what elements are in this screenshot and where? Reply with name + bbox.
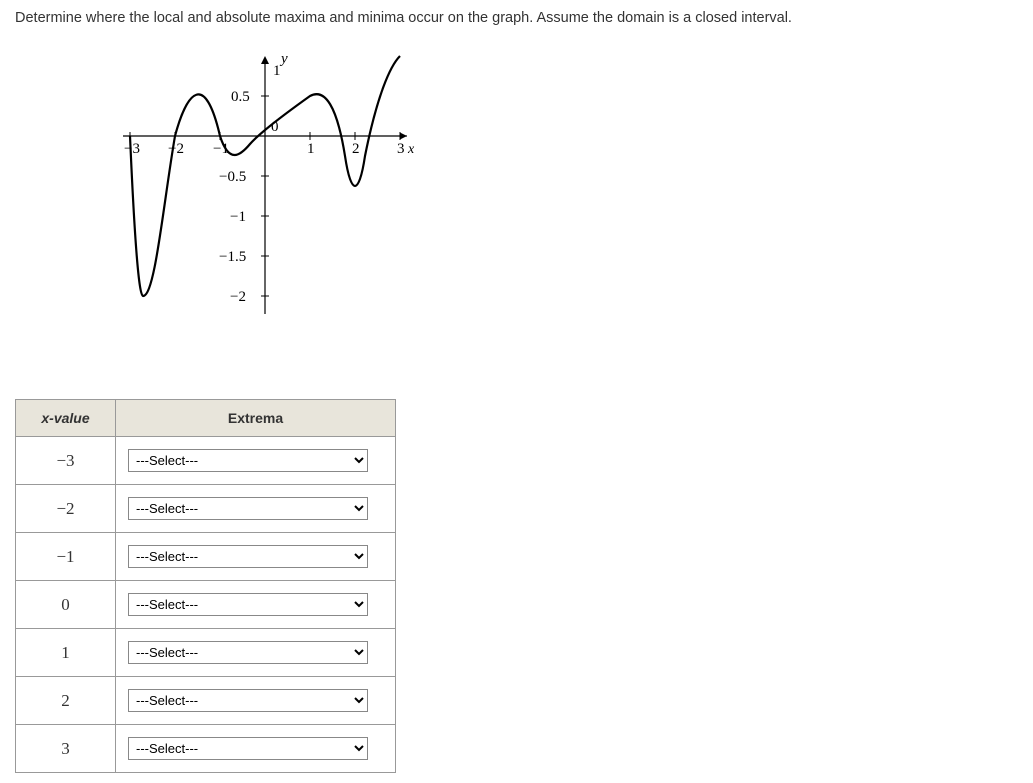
extrema-select-3[interactable]: ---Select--- [128,737,368,760]
y-tick-m15: −1.5 [219,249,246,265]
extrema-select-m2[interactable]: ---Select--- [128,497,368,520]
y-tick-m1: −1 [230,209,246,225]
x-value-cell: 0 [16,581,116,629]
y-axis-arrow [261,56,269,64]
x-value-cell: −3 [16,437,116,485]
x-tick-m2: −2 [168,141,184,157]
x-value-cell: 3 [16,725,116,773]
table-row: 1 ---Select--- [16,629,396,677]
x-value-cell: −1 [16,533,116,581]
graph-plot: −3 −2 −1 0 1 2 3 x y 1 0.5 −0.5 −1 −1.5 … [105,46,1018,369]
x-tick-2: 2 [352,141,360,157]
y-tick-m2: −2 [230,289,246,305]
extrema-select-0[interactable]: ---Select--- [128,593,368,616]
header-extrema: Extrema [116,400,396,437]
x-value-cell: −2 [16,485,116,533]
table-row: −3 ---Select--- [16,437,396,485]
x-tick-3: 3 [397,141,405,157]
x-tick-1: 1 [307,141,315,157]
table-row: 2 ---Select--- [16,677,396,725]
y-tick-05: 0.5 [231,89,250,105]
x-value-cell: 2 [16,677,116,725]
extrema-select-m1[interactable]: ---Select--- [128,545,368,568]
table-row: 0 ---Select--- [16,581,396,629]
table-row: 3 ---Select--- [16,725,396,773]
y-tick-m05: −0.5 [219,169,246,185]
header-x-value: x-value [16,400,116,437]
extrema-select-m3[interactable]: ---Select--- [128,449,368,472]
extrema-table: x-value Extrema −3 ---Select--- −2 ---Se… [15,399,396,773]
table-row: −1 ---Select--- [16,533,396,581]
x-tick-m3: −3 [124,141,140,157]
y-tick-1: 1 [273,63,281,79]
table-row: −2 ---Select--- [16,485,396,533]
question-text: Determine where the local and absolute m… [15,10,1018,26]
x-value-cell: 1 [16,629,116,677]
extrema-select-2[interactable]: ---Select--- [128,689,368,712]
extrema-select-1[interactable]: ---Select--- [128,641,368,664]
x-axis-label: x [407,142,415,157]
